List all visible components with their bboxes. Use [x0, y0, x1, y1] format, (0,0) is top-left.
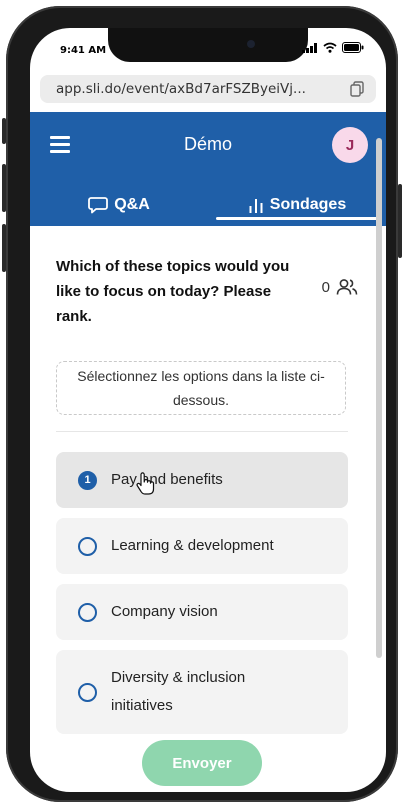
- vote-counter: 0: [322, 278, 358, 296]
- phone-screen: 9:41 AM app.sli.do/event/axBd7arFSZByeiV…: [30, 28, 386, 792]
- status-icons: [302, 42, 364, 53]
- tab-qa[interactable]: Q&A: [30, 184, 208, 226]
- front-camera-icon: [247, 40, 255, 48]
- poll-content: Which of these topics would you like to …: [30, 226, 386, 792]
- mute-switch: [2, 118, 6, 144]
- option-label: Diversity & inclusion initiatives: [111, 669, 246, 714]
- app-header: Démo J Q&A Sondages: [30, 112, 386, 226]
- submit-button[interactable]: Envoyer: [142, 740, 262, 786]
- option-label: Learning & development: [111, 537, 274, 554]
- power-button: [398, 184, 402, 258]
- scrollbar[interactable]: [376, 138, 382, 658]
- divider: [56, 431, 348, 432]
- tab-bar: Q&A Sondages: [30, 184, 386, 226]
- poll-option-company-vision[interactable]: Company vision: [56, 584, 348, 640]
- vote-count: 0: [321, 278, 330, 296]
- participants-icon: [336, 279, 358, 295]
- tab-qa-label: Q&A: [114, 196, 150, 213]
- selection-hint: Sélectionnez les options dans la liste c…: [56, 361, 346, 415]
- address-bar[interactable]: app.sli.do/event/axBd7arFSZByeiVj...: [40, 75, 376, 103]
- volume-down-button: [2, 224, 6, 272]
- poll-option-pay-benefits[interactable]: 1 Pay and benefits: [56, 452, 348, 508]
- volume-up-button: [2, 164, 6, 212]
- copy-icon[interactable]: [350, 81, 364, 97]
- option-label: Company vision: [111, 603, 218, 620]
- wifi-icon: [323, 42, 337, 53]
- tab-polls-label: Sondages: [269, 196, 347, 213]
- poll-option-diversity-inclusion[interactable]: Diversity & inclusion initiatives: [56, 650, 348, 734]
- rank-badge: 1: [78, 470, 97, 490]
- radio-icon: [78, 602, 97, 622]
- battery-icon: [342, 42, 364, 53]
- option-label: Pay and benefits: [111, 471, 223, 488]
- speech-bubble-icon: [88, 197, 109, 214]
- poll-option-learning-development[interactable]: Learning & development: [56, 518, 348, 574]
- radio-icon: [78, 536, 97, 556]
- status-bar: 9:41 AM: [30, 28, 386, 72]
- notch: [108, 28, 308, 62]
- radio-icon: [78, 682, 97, 702]
- poll-question: Which of these topics would you like to …: [56, 258, 290, 325]
- signal-icon: [302, 42, 317, 53]
- url-text: app.sli.do/event/axBd7arFSZByeiVj...: [56, 81, 306, 97]
- hand-cursor-icon: [136, 472, 155, 495]
- phone-frame: 9:41 AM app.sli.do/event/axBd7arFSZByeiV…: [2, 6, 402, 802]
- bar-chart-icon: [249, 199, 263, 213]
- status-time: 9:41 AM: [60, 45, 107, 56]
- tab-polls[interactable]: Sondages: [208, 184, 386, 226]
- user-avatar[interactable]: J: [332, 127, 368, 163]
